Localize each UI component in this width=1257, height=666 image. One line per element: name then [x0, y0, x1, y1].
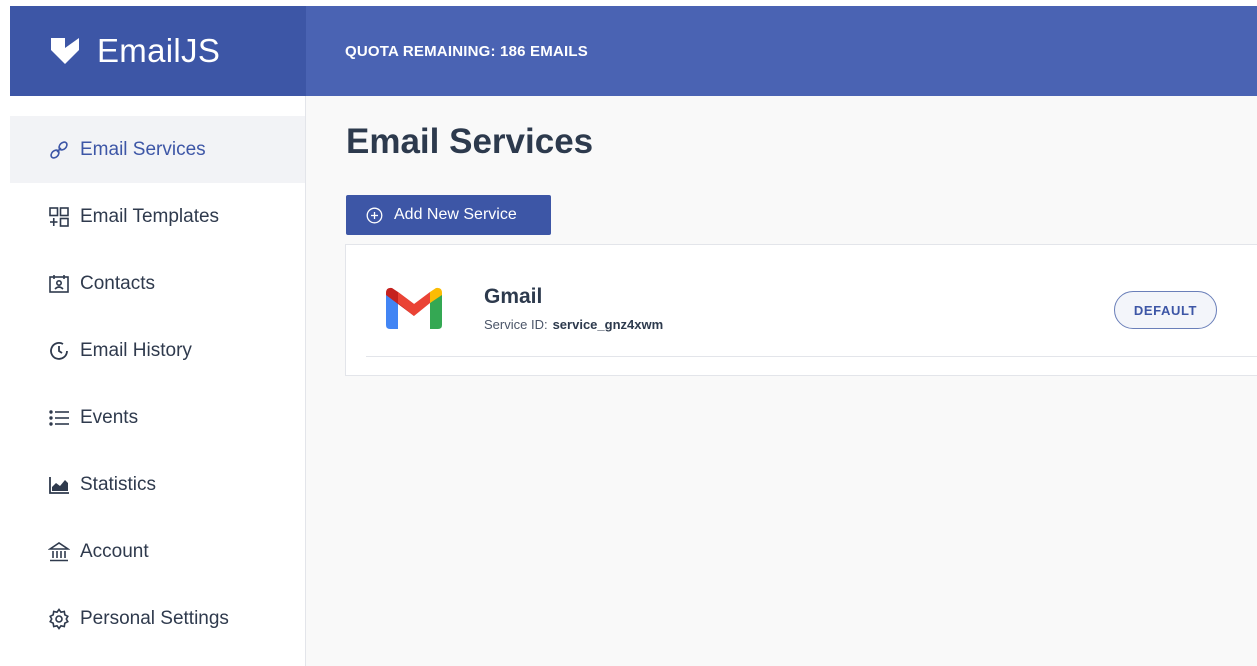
sidebar-item-label: Email History [80, 339, 192, 361]
sidebar-item-label: Statistics [80, 473, 157, 495]
emailjs-logo-icon [51, 38, 79, 64]
sidebar: Email Services Email Templates Contacts … [10, 96, 306, 666]
sidebar-item-statistics[interactable]: Statistics [10, 451, 305, 518]
add-new-service-label: Add New Service [394, 206, 517, 223]
service-id-value: service_gnz4xwm [552, 317, 664, 332]
sidebar-item-email-history[interactable]: Email History [10, 317, 305, 384]
default-badge[interactable]: DEFAULT [1114, 291, 1217, 329]
bank-icon [48, 541, 70, 563]
list-icon [48, 407, 70, 429]
page-title: Email Services [346, 122, 594, 161]
brand-name: EmailJS [97, 32, 221, 69]
sidebar-item-personal-settings[interactable]: Personal Settings [10, 585, 305, 652]
service-id-line: Service ID: service_gnz4xwm [484, 317, 663, 332]
sidebar-item-label: Events [80, 406, 139, 428]
sidebar-item-label: Account [80, 540, 149, 562]
gear-icon [48, 607, 70, 630]
add-new-service-button[interactable]: Add New Service [346, 195, 551, 235]
sidebar-item-email-templates[interactable]: Email Templates [10, 183, 305, 250]
main-content: Email Services Add New Service Gmail Ser… [306, 96, 1257, 666]
sidebar-item-label: Email Templates [80, 205, 220, 227]
top-bar: EmailJS QUOTA REMAINING: 186 EMAILS [10, 6, 1257, 96]
service-name: Gmail [484, 285, 543, 308]
sidebar-item-email-services[interactable]: Email Services [10, 116, 305, 183]
service-row-gmail[interactable]: Gmail Service ID: service_gnz4xwm DEFAULT [366, 245, 1257, 357]
contacts-icon [48, 273, 70, 295]
gmail-logo-icon [386, 287, 442, 329]
templates-icon [48, 206, 70, 228]
chart-icon [48, 474, 70, 496]
quota-remaining: QUOTA REMAINING: 186 EMAILS [345, 42, 588, 60]
sidebar-item-label: Contacts [80, 272, 155, 294]
history-icon [48, 340, 70, 362]
sidebar-item-label: Email Services [80, 138, 206, 160]
sidebar-item-contacts[interactable]: Contacts [10, 250, 305, 317]
app: EmailJS QUOTA REMAINING: 186 EMAILS Emai… [0, 0, 1257, 666]
plus-circle-icon [366, 207, 383, 223]
service-list: Gmail Service ID: service_gnz4xwm DEFAULT [345, 244, 1257, 376]
sidebar-item-account[interactable]: Account [10, 518, 305, 585]
brand-logo-link[interactable]: EmailJS [10, 6, 306, 96]
sidebar-item-events[interactable]: Events [10, 384, 305, 451]
sidebar-item-label: Personal Settings [80, 607, 229, 629]
service-id-label: Service ID: [484, 317, 548, 332]
link-icon [48, 139, 70, 161]
